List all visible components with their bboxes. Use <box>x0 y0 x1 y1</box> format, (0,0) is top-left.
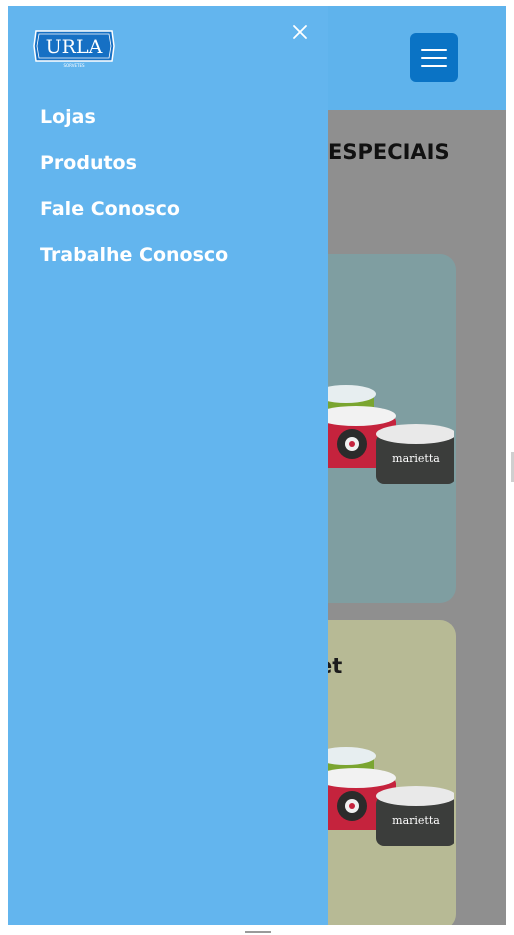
product-card[interactable]: marietta <box>308 254 456 603</box>
nav-item-lojas[interactable]: Lojas <box>40 102 228 148</box>
nav-item-produtos[interactable]: Produtos <box>40 148 228 194</box>
product-brand-text: marietta <box>392 452 440 465</box>
svg-text:URLA: URLA <box>46 36 103 58</box>
urla-logo[interactable]: URLA SORVETES <box>32 21 116 71</box>
drawer-nav: Lojas Produtos Fale Conosco Trabalhe Con… <box>40 102 228 286</box>
svg-text:SORVETES: SORVETES <box>63 63 84 68</box>
nav-item-fale-conosco[interactable]: Fale Conosco <box>40 194 228 240</box>
product-cups-image: marietta <box>318 354 454 494</box>
nav-item-trabalhe-conosco[interactable]: Trabalhe Conosco <box>40 240 228 286</box>
hamburger-menu-icon <box>421 49 447 51</box>
bottom-handle <box>245 931 271 933</box>
hamburger-menu-button[interactable] <box>410 33 458 82</box>
product-card[interactable]: et marietta <box>308 620 456 925</box>
close-icon[interactable] <box>288 20 312 44</box>
product-brand-text: marietta <box>392 814 440 827</box>
app-frame: ESPECIAIS marietta et marietta URLA SORV… <box>8 6 506 925</box>
product-cups-image: marietta <box>318 716 454 856</box>
nav-drawer: URLA SORVETES Lojas Produtos Fale Conosc… <box>8 6 328 925</box>
section-title: ESPECIAIS <box>328 140 450 164</box>
